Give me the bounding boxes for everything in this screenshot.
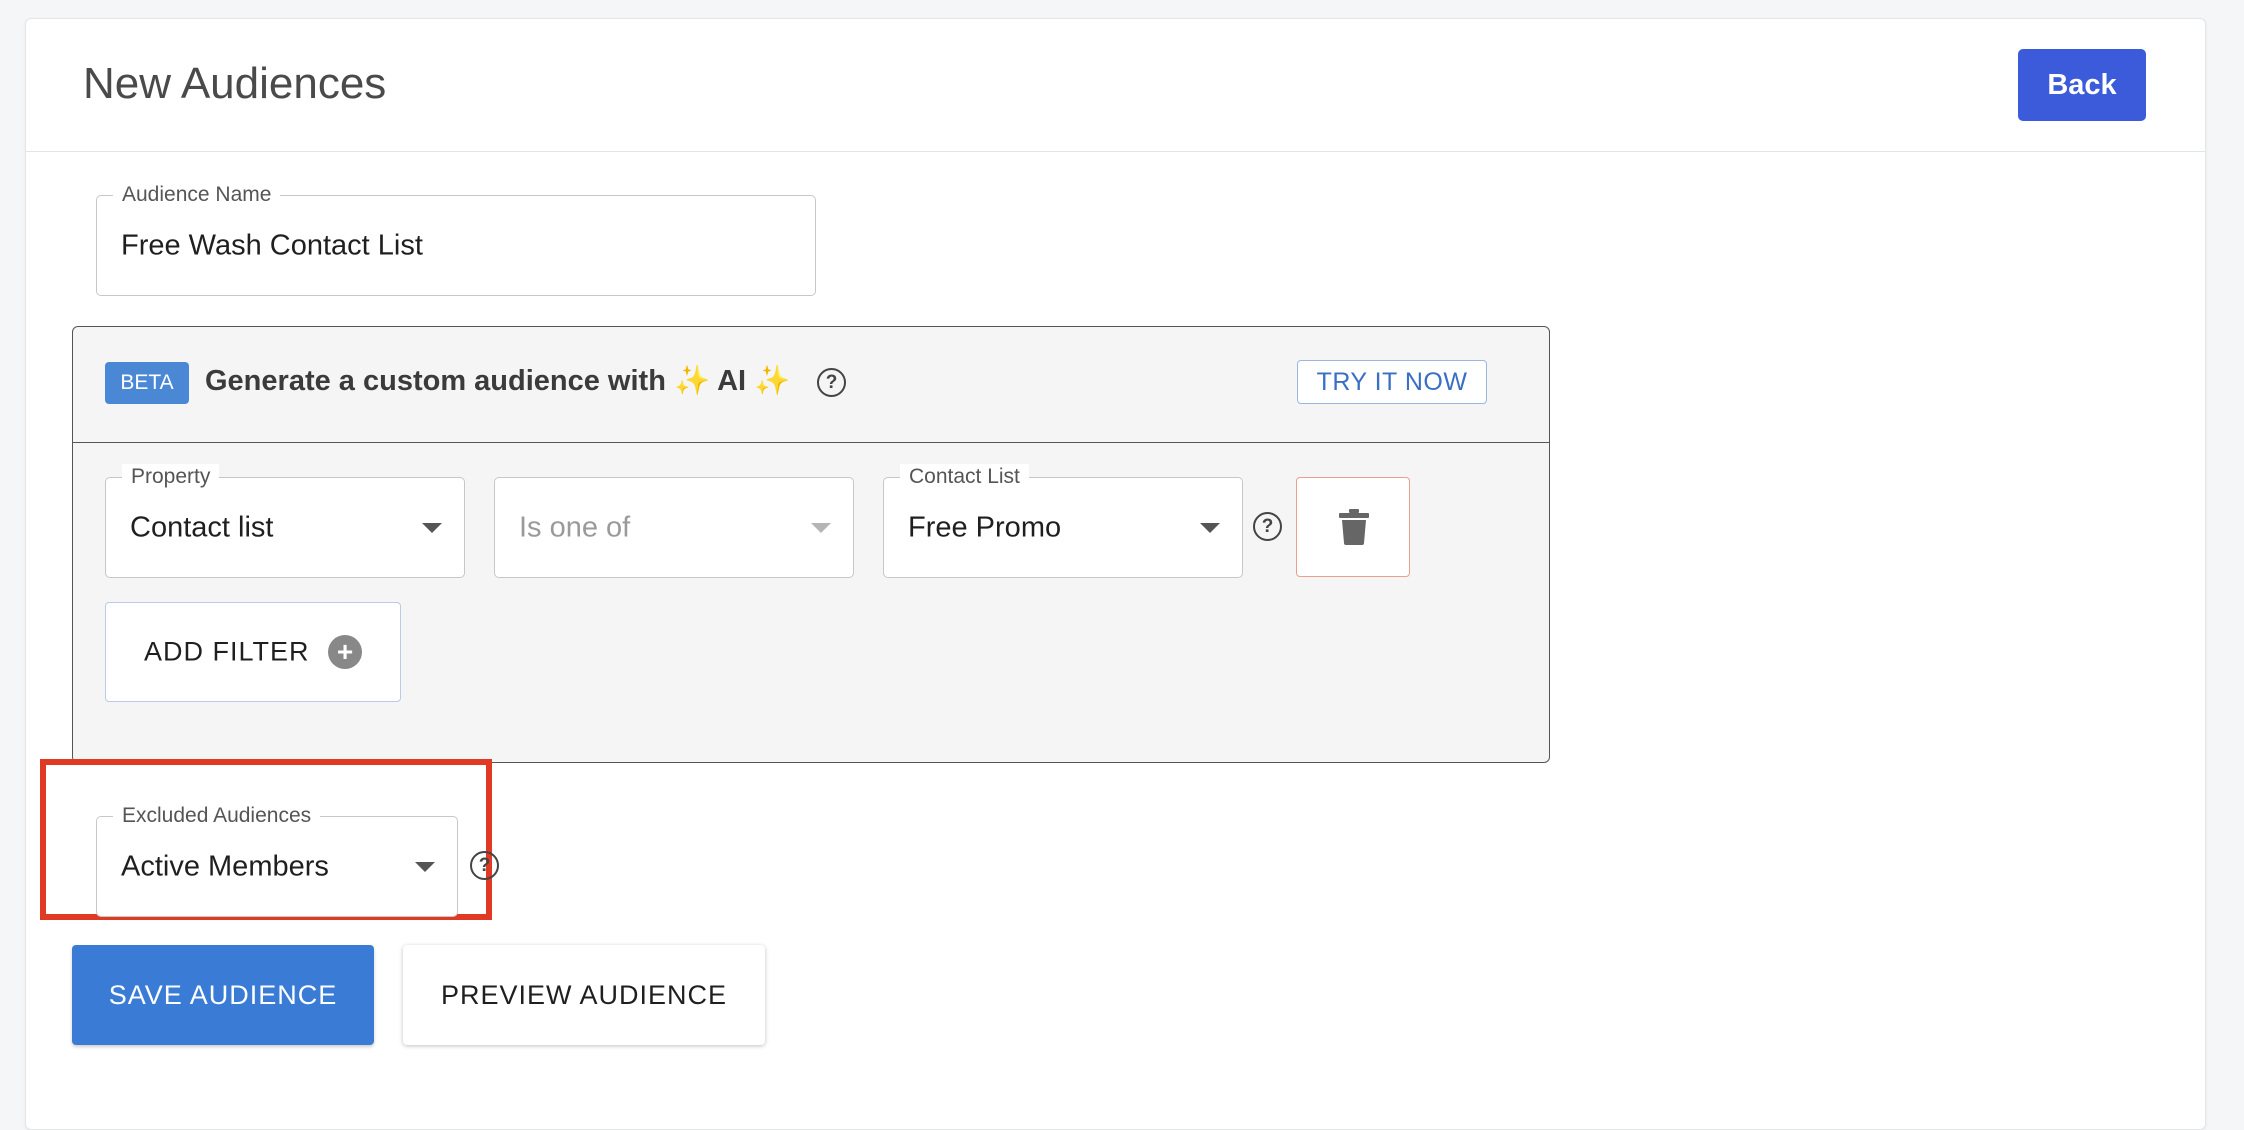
- contact-list-select[interactable]: Contact List Free Promo: [883, 464, 1243, 578]
- ai-audience-panel: BETA Generate a custom audience with ✨ A…: [72, 326, 1550, 763]
- ai-title-word: AI: [710, 365, 755, 397]
- contact-list-label: Contact List: [900, 464, 1029, 490]
- add-filter-label: ADD FILTER: [144, 636, 310, 667]
- delete-filter-button[interactable]: [1296, 477, 1410, 577]
- caret-down-icon: [1200, 522, 1220, 533]
- try-it-now-button[interactable]: TRY IT NOW: [1297, 360, 1487, 404]
- audience-name-field[interactable]: Audience Name Free Wash Contact List: [96, 182, 816, 296]
- audience-name-label: Audience Name: [113, 182, 281, 208]
- excluded-audiences-value: Active Members: [121, 850, 329, 882]
- preview-audience-button[interactable]: PREVIEW AUDIENCE: [403, 945, 765, 1045]
- excluded-audiences-label: Excluded Audiences: [113, 803, 321, 829]
- page-header: New Audiences Back: [26, 19, 2205, 152]
- property-label: Property: [122, 464, 220, 490]
- excluded-audiences-select[interactable]: Excluded Audiences Active Members: [96, 803, 458, 917]
- operator-value: Is one of: [519, 511, 631, 543]
- page-title: New Audiences: [83, 59, 387, 108]
- caret-down-icon: [811, 522, 831, 533]
- add-filter-button[interactable]: ADD FILTER +: [105, 602, 401, 702]
- property-value: Contact list: [130, 511, 274, 543]
- beta-badge: BETA: [105, 362, 189, 404]
- trash-icon: [1339, 509, 1369, 545]
- audience-name-value: Free Wash Contact List: [121, 229, 423, 261]
- caret-down-icon: [415, 861, 435, 872]
- ai-panel-header: BETA Generate a custom audience with ✨ A…: [73, 327, 1549, 443]
- save-audience-button[interactable]: SAVE AUDIENCE: [72, 945, 374, 1045]
- property-select[interactable]: Property Contact list: [105, 464, 465, 578]
- ai-panel-title: Generate a custom audience with ✨ AI ✨: [205, 364, 790, 398]
- sparkle-icon: ✨: [754, 365, 791, 397]
- question-circle-icon[interactable]: ?: [470, 851, 499, 880]
- ai-title-prefix: Generate a custom audience with: [205, 365, 674, 397]
- sparkle-icon: ✨: [673, 365, 711, 397]
- contact-list-value: Free Promo: [908, 511, 1062, 543]
- question-circle-icon[interactable]: ?: [817, 368, 846, 397]
- caret-down-icon: [422, 522, 442, 533]
- operator-select[interactable]: Is one of: [494, 477, 854, 578]
- question-circle-icon[interactable]: ?: [1253, 512, 1282, 541]
- back-button[interactable]: Back: [2018, 49, 2146, 121]
- plus-circle-icon: +: [328, 635, 362, 669]
